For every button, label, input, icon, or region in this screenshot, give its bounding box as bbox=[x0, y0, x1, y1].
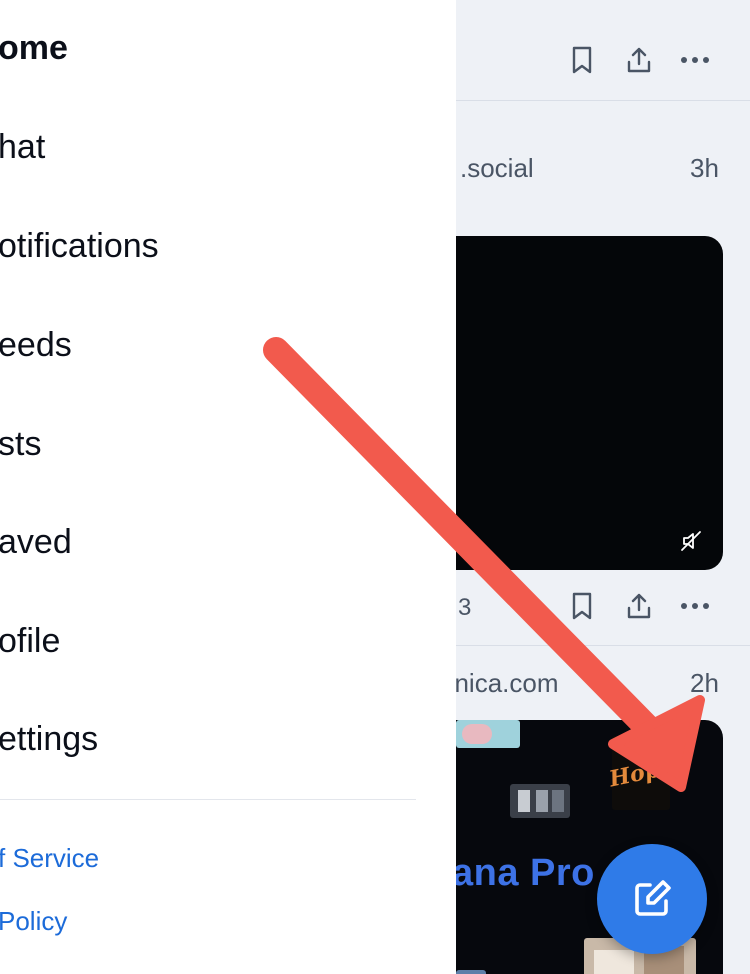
media-overlay-text: ana Pro bbox=[456, 852, 595, 894]
post-video[interactable] bbox=[456, 236, 723, 570]
compose-icon bbox=[635, 880, 671, 916]
nav-item-feeds[interactable]: eeds bbox=[0, 325, 72, 365]
nav-item-profile[interactable]: ofile bbox=[0, 621, 60, 661]
bookmark-button[interactable] bbox=[566, 590, 598, 622]
divider bbox=[456, 100, 750, 101]
collage-thumbnail: Hope bbox=[607, 736, 675, 810]
more-button[interactable] bbox=[678, 594, 712, 618]
collage-thumbnail bbox=[456, 720, 520, 748]
share-icon bbox=[627, 593, 651, 619]
feed-panel: .social 3h 3 nnica.com 2h Hop bbox=[456, 0, 750, 974]
more-icon bbox=[681, 603, 709, 609]
share-button[interactable] bbox=[622, 44, 656, 76]
privacy-policy-link[interactable]: Policy bbox=[0, 906, 67, 937]
sticker-text: Hope bbox=[606, 753, 676, 793]
collage-thumbnail bbox=[510, 784, 570, 818]
post-author-handle[interactable]: nnica.com bbox=[456, 668, 559, 699]
post-like-count: 3 bbox=[458, 594, 472, 621]
post-timestamp: 3h bbox=[690, 153, 719, 183]
post-timestamp: 2h bbox=[690, 668, 719, 698]
muted-speaker-icon bbox=[681, 531, 701, 551]
more-button[interactable] bbox=[678, 48, 712, 72]
bookmark-icon bbox=[572, 592, 592, 620]
nav-item-home[interactable]: ome bbox=[0, 28, 68, 68]
nav-item-settings[interactable]: ettings bbox=[0, 719, 98, 759]
more-icon bbox=[681, 57, 709, 63]
bookmark-button[interactable] bbox=[566, 44, 598, 76]
nav-item-chat[interactable]: hat bbox=[0, 127, 45, 167]
bookmark-icon bbox=[572, 46, 592, 74]
navigation-drawer: ome hat otifications eeds sts aved ofile… bbox=[0, 0, 456, 974]
terms-of-service-link[interactable]: f Service bbox=[0, 843, 99, 874]
divider bbox=[456, 645, 750, 646]
mute-button[interactable] bbox=[678, 528, 704, 554]
nav-item-saved[interactable]: aved bbox=[0, 522, 72, 562]
share-button[interactable] bbox=[622, 590, 656, 622]
share-icon bbox=[627, 47, 651, 73]
post-author-handle[interactable]: .social bbox=[460, 153, 534, 184]
collage-thumbnail bbox=[456, 970, 486, 974]
nav-item-lists[interactable]: sts bbox=[0, 424, 41, 464]
nav-item-notifications[interactable]: otifications bbox=[0, 226, 159, 266]
drawer-divider bbox=[0, 799, 416, 800]
compose-button[interactable] bbox=[597, 844, 707, 954]
